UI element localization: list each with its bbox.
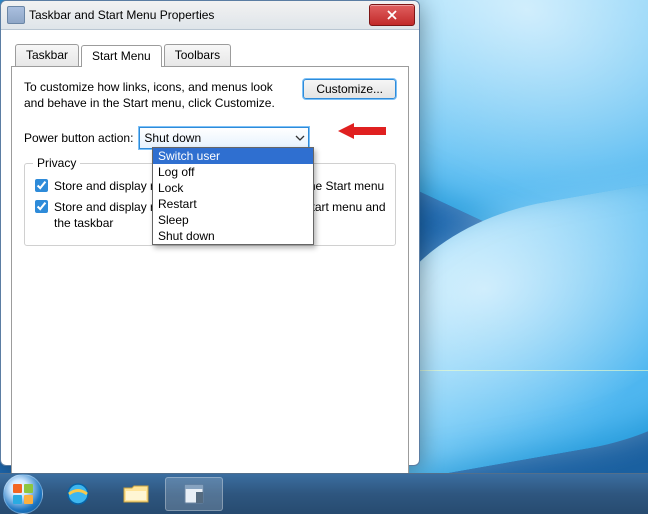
taskbar-item-ie[interactable] <box>49 477 107 511</box>
intro-text: To customize how links, icons, and menus… <box>24 79 291 111</box>
folder-icon <box>122 482 150 506</box>
tab-strip: Taskbar Start Menu Toolbars <box>11 44 409 67</box>
power-button-select-value: Shut down <box>144 131 201 145</box>
wallpaper-line <box>420 370 648 371</box>
window-icon <box>7 6 25 24</box>
dropdown-option-restart[interactable]: Restart <box>153 196 313 212</box>
taskbar-item-properties[interactable] <box>165 477 223 511</box>
close-button[interactable] <box>369 4 415 26</box>
power-button-label: Power button action: <box>24 131 133 145</box>
dropdown-option-sleep[interactable]: Sleep <box>153 212 313 228</box>
customize-button[interactable]: Customize... <box>303 79 396 99</box>
start-button[interactable] <box>3 474 43 514</box>
tab-taskbar[interactable]: Taskbar <box>15 44 79 66</box>
power-button-dropdown[interactable]: Switch user Log off Lock Restart Sleep S… <box>152 147 314 245</box>
internet-explorer-icon <box>64 482 92 506</box>
annotation-arrow-icon <box>338 121 388 141</box>
privacy-checkbox-2-input[interactable] <box>35 200 48 213</box>
dropdown-option-shut-down[interactable]: Shut down <box>153 228 313 244</box>
privacy-checkbox-1-input[interactable] <box>35 179 48 192</box>
taskbar-item-explorer[interactable] <box>107 477 165 511</box>
chevron-down-icon <box>295 132 305 146</box>
properties-window-icon <box>180 482 208 506</box>
titlebar[interactable]: Taskbar and Start Menu Properties <box>1 1 419 30</box>
properties-dialog: Taskbar and Start Menu Properties Taskba… <box>0 0 420 466</box>
dialog-body: Taskbar Start Menu Toolbars To customize… <box>1 30 419 514</box>
dropdown-option-switch-user[interactable]: Switch user <box>153 148 313 164</box>
dropdown-option-lock[interactable]: Lock <box>153 180 313 196</box>
windows-logo-icon <box>12 483 34 505</box>
tab-start-menu[interactable]: Start Menu <box>81 45 162 67</box>
privacy-legend: Privacy <box>33 156 80 170</box>
window-title: Taskbar and Start Menu Properties <box>29 8 214 22</box>
dropdown-option-log-off[interactable]: Log off <box>153 164 313 180</box>
close-icon <box>387 10 397 20</box>
desktop: Taskbar and Start Menu Properties Taskba… <box>0 0 648 514</box>
taskbar[interactable] <box>0 473 648 514</box>
tab-toolbars[interactable]: Toolbars <box>164 44 231 66</box>
